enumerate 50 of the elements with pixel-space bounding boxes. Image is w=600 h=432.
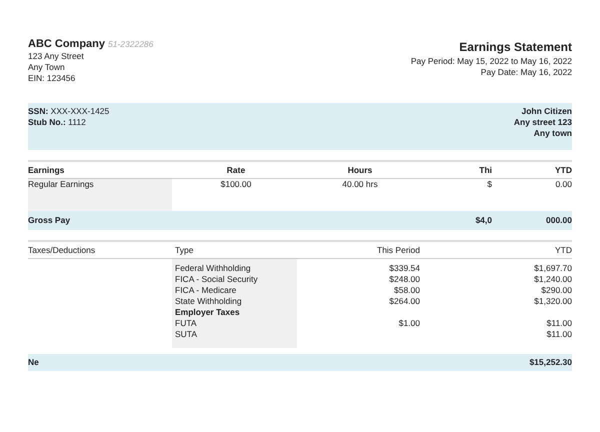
statement-title: Earnings Statement [459, 40, 572, 54]
company-code: 51-2322286 [108, 39, 154, 49]
company-address-line: EIN: 123456 [28, 73, 76, 84]
column-header: This Period [376, 245, 420, 256]
gross-pay-label: Gross Pay [28, 215, 72, 226]
employee-name: John Citizen [521, 106, 572, 117]
company-name: ABC Company [28, 38, 106, 50]
company-address-line: 123 Any Street [28, 51, 85, 62]
column-header: YTD [554, 245, 572, 256]
net-pay-amount: $15,252.30 [529, 357, 572, 368]
table-cell: $248.00 [389, 274, 420, 284]
stub-number-text: Stub No.: 1112 [28, 117, 87, 128]
employee-address-line: Any town [534, 128, 572, 139]
employee-address-line: Any street 123 [514, 117, 572, 128]
table-cell: $1,320.00 [534, 296, 572, 306]
column-header: YTD [554, 165, 572, 176]
net-pay-label: Ne [28, 357, 39, 368]
company-address-line: Any Town [28, 62, 66, 73]
table-cell: $290.00 [541, 285, 572, 295]
table-cell-text: $100.00 [220, 179, 252, 191]
table-cell: $1,697.70 [534, 263, 572, 273]
table-cell: $11.00 [546, 318, 572, 328]
deduction-type: SUTA [174, 329, 198, 340]
column-header: Earnings [28, 165, 66, 176]
table-cell: $58.00 [394, 285, 420, 295]
deduction-type: FUTA [174, 318, 198, 329]
table-cell: $264.00 [389, 296, 420, 306]
table-cell: $339.54 [389, 263, 420, 273]
table-cell-text: 000.00 [545, 215, 572, 226]
column-header: Taxes/Deductions [28, 245, 96, 256]
pay-period: Pay Period: May 15, 2022 to May 16, 2022 [410, 56, 572, 67]
table-cell-text: 40.00 hrs [341, 179, 379, 191]
table-cell: $1,240.00 [534, 274, 572, 284]
deduction-type: FICA - Medicare [174, 285, 238, 296]
column-header: Thi [478, 165, 492, 176]
deduction-type: State Withholding [174, 296, 243, 307]
deduction-type: Employer Taxes [174, 307, 241, 318]
table-cell-text: $4,0 [474, 215, 492, 226]
column-header: Rate [226, 165, 246, 176]
table-cell: $11.00 [546, 329, 572, 339]
deduction-type: FICA - Social Security [174, 274, 259, 285]
ssn-text: SSN: XXX-XXX-1425 [28, 106, 110, 117]
table-cell: $1.00 [398, 318, 420, 328]
column-header: Type [174, 245, 194, 256]
pay-date: Pay Date: May 16, 2022 [480, 67, 572, 78]
table-cell-text: $ [486, 179, 492, 191]
column-header: Hours [346, 165, 374, 176]
table-cell-text: 0.00 [554, 179, 572, 191]
table-cell: Regular Earnings [28, 179, 172, 211]
deduction-type: Federal Withholding [174, 263, 252, 274]
